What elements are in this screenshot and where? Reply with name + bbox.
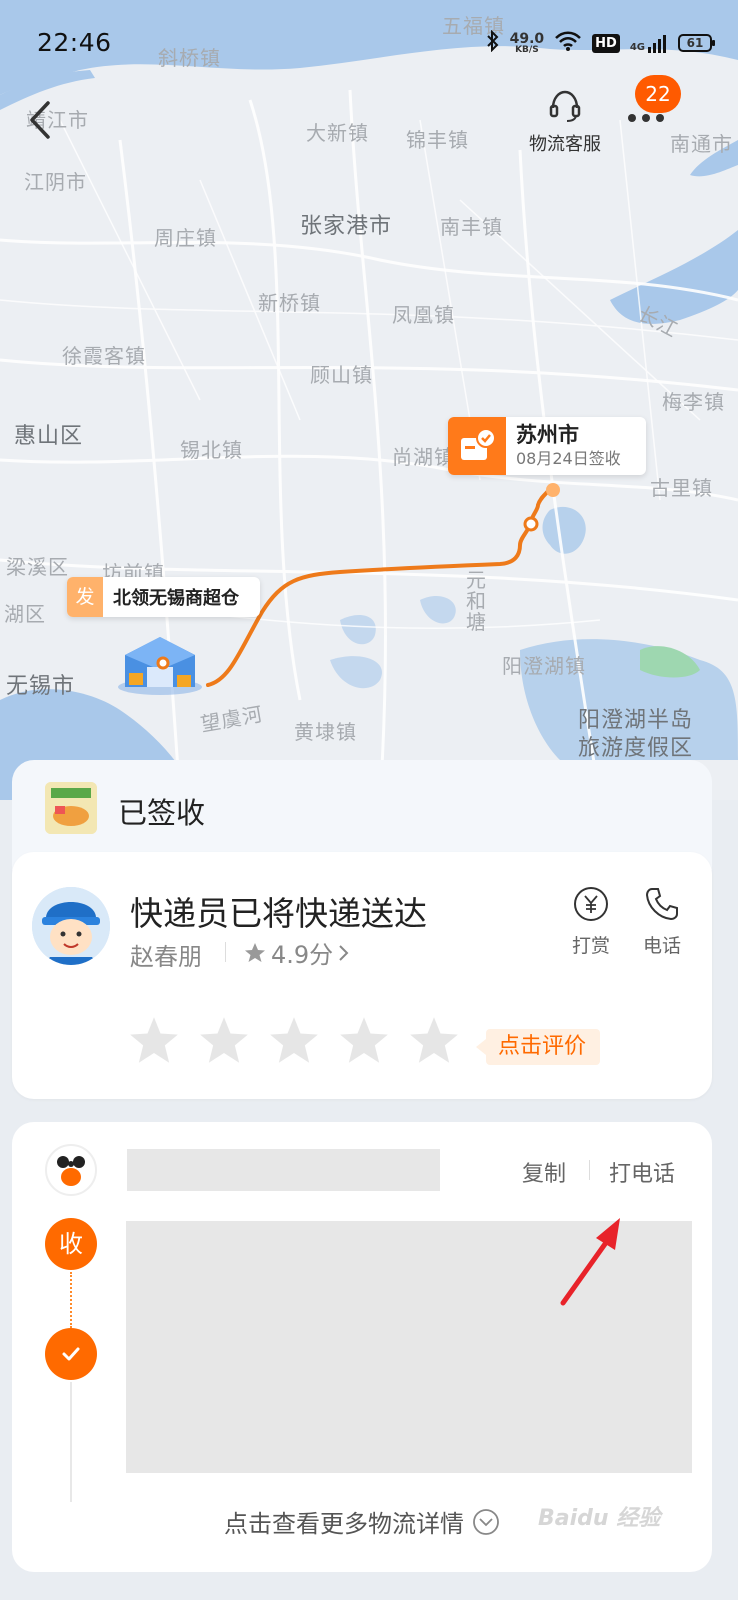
customer-service-label: 物流客服	[529, 134, 601, 155]
logistics-sheet: 已签收 快递员已将快递送达 赵春朋 4.9分 打赏 电话 点击评价 复制 打电话…	[12, 760, 712, 1600]
courier-name: 赵春朋	[130, 943, 202, 971]
rating-value: 4.9分	[271, 941, 334, 969]
rating-stars[interactable]	[128, 1015, 460, 1065]
customer-service-button[interactable]: 物流客服	[515, 88, 615, 158]
status-bar: 22:46 49.0 KB/S HD 4G 61	[0, 0, 738, 90]
map-label: 周庄镇	[154, 226, 217, 250]
map-label: 元和塘	[466, 568, 487, 634]
chevron-right-icon	[339, 944, 349, 961]
delivery-status: 已签收	[118, 796, 206, 830]
destination-city: 苏州市	[516, 423, 579, 448]
star-5-icon[interactable]	[408, 1015, 460, 1065]
star-icon	[245, 942, 265, 962]
destination-date: 08月24日签收	[516, 449, 621, 469]
watermark: Baidu 经验	[538, 1506, 661, 1531]
rate-button[interactable]: 点击评价	[475, 1029, 601, 1065]
phone-icon	[645, 888, 678, 921]
map-label: 凤凰镇	[392, 303, 455, 327]
map-label: 惠山区	[14, 424, 84, 449]
courier-card: 快递员已将快递送达 赵春朋 4.9分 打赏 电话 点击评价	[12, 852, 712, 1099]
divider	[225, 942, 226, 962]
timeline-line	[70, 1382, 72, 1502]
courier-avatar	[32, 887, 110, 965]
map-label: 阳澄湖镇	[502, 654, 586, 678]
star-2-icon[interactable]	[198, 1015, 250, 1065]
clock: 22:46	[37, 28, 112, 57]
divider	[589, 1160, 590, 1180]
origin-name: 北领无锡商超仓	[113, 588, 239, 609]
wifi-icon	[554, 30, 582, 56]
map-label: 梁溪区	[6, 555, 69, 579]
timeline-connector	[70, 1272, 72, 1328]
checkmark-icon	[45, 1328, 97, 1380]
destination-marker[interactable]: 苏州市 08月24日签收	[448, 417, 646, 475]
map-label: 大新镇	[306, 121, 369, 145]
map-label: 锦丰镇	[406, 128, 469, 152]
map-label: 旅游度假区	[578, 736, 694, 761]
map-label: 张家港市	[300, 214, 393, 239]
map-label: 梅李镇	[662, 390, 725, 414]
yuan-icon	[574, 887, 608, 921]
chevron-left-icon	[30, 101, 50, 139]
map-label: 南丰镇	[440, 215, 503, 239]
hd-icon: HD	[592, 33, 620, 53]
signal-icon: 4G	[630, 33, 668, 53]
bluetooth-icon	[486, 29, 500, 56]
map-label: 黄埭镇	[294, 720, 357, 744]
map-label: 南通市	[670, 132, 733, 156]
map-label: 顾山镇	[310, 363, 373, 387]
call-recipient-button[interactable]: 打电话	[609, 1156, 675, 1188]
courier-rating[interactable]: 4.9分	[243, 935, 351, 970]
map-label: 古里镇	[650, 476, 713, 500]
origin-tag: 发	[67, 577, 103, 617]
courier-title: 快递员已将快递送达	[130, 894, 427, 933]
call-courier-button[interactable]: 电话	[638, 885, 686, 958]
map-label: 无锡市	[6, 674, 76, 699]
recipient-name-redacted	[127, 1149, 440, 1191]
map-label: 湖区	[4, 602, 46, 626]
network-speed: 49.0 KB/S	[509, 30, 545, 55]
map-label: 新桥镇	[258, 291, 321, 315]
carrier-logo	[45, 1144, 97, 1196]
star-4-icon[interactable]	[338, 1015, 390, 1065]
tip-button[interactable]: 打赏	[567, 885, 615, 958]
star-3-icon[interactable]	[268, 1015, 320, 1065]
back-button[interactable]	[22, 95, 62, 145]
more-details-label: 点击查看更多物流详情	[224, 1510, 464, 1538]
notification-badge: 22	[635, 75, 681, 113]
map-label: 尚湖镇	[392, 445, 455, 469]
star-1-icon[interactable]	[128, 1015, 180, 1065]
signed-package-icon	[448, 417, 506, 475]
tip-label: 打赏	[571, 935, 610, 957]
battery-icon: 61	[678, 34, 715, 52]
chevron-down-circle-icon	[473, 1508, 499, 1535]
address-redacted	[126, 1221, 692, 1473]
map-label: 徐霞客镇	[62, 344, 146, 368]
map-label: 锡北镇	[180, 438, 243, 462]
map-label: 江阴市	[24, 170, 87, 194]
origin-marker[interactable]: 发 北领无锡商超仓	[67, 577, 260, 617]
copy-button[interactable]: 复制	[522, 1156, 566, 1188]
product-thumbnail[interactable]	[45, 782, 97, 834]
call-label: 电话	[642, 935, 681, 957]
headset-icon	[549, 90, 581, 122]
receive-node: 收	[45, 1218, 97, 1270]
